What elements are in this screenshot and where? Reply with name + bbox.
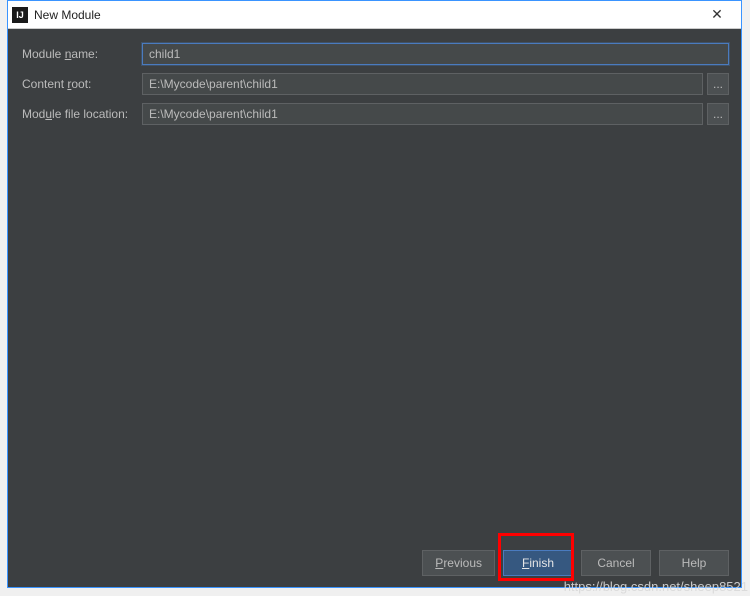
close-icon: ✕ bbox=[711, 6, 723, 23]
label-module-name: Module name: bbox=[22, 47, 142, 61]
label-content-root: Content root: bbox=[22, 77, 142, 91]
row-content-root: Content root: ... bbox=[22, 73, 729, 95]
dialog-body: Module name: Content root: ... Module fi… bbox=[8, 29, 741, 587]
finish-button[interactable]: Finish bbox=[503, 550, 573, 576]
row-module-name: Module name: bbox=[22, 43, 729, 65]
previous-button[interactable]: Previous bbox=[422, 550, 495, 576]
close-button[interactable]: ✕ bbox=[697, 2, 737, 28]
content-root-browse-button[interactable]: ... bbox=[707, 73, 729, 95]
label-module-file-location: Module file location: bbox=[22, 107, 142, 121]
help-button[interactable]: Help bbox=[659, 550, 729, 576]
content-root-input[interactable] bbox=[142, 73, 703, 95]
cancel-button[interactable]: Cancel bbox=[581, 550, 651, 576]
form-area: Module name: Content root: ... Module fi… bbox=[8, 29, 741, 133]
app-icon: IJ bbox=[12, 7, 28, 23]
module-name-input[interactable] bbox=[142, 43, 729, 65]
row-module-file-location: Module file location: ... bbox=[22, 103, 729, 125]
new-module-dialog: IJ New Module ✕ Module name: Content roo… bbox=[7, 0, 742, 588]
module-file-browse-button[interactable]: ... bbox=[707, 103, 729, 125]
empty-area bbox=[8, 133, 741, 537]
module-file-location-input[interactable] bbox=[142, 103, 703, 125]
title-bar: IJ New Module ✕ bbox=[8, 1, 741, 29]
dialog-title: New Module bbox=[34, 8, 697, 22]
watermark-text: https://blog.csdn.net/sheep8521 bbox=[564, 579, 748, 594]
